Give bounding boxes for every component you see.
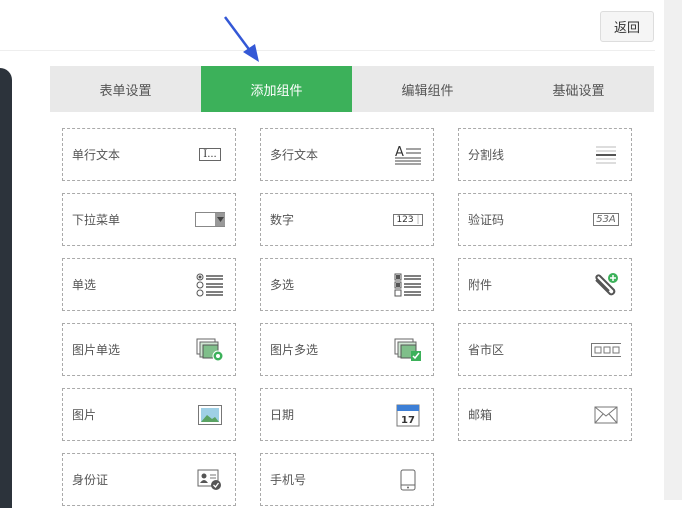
component-dropdown[interactable]: 下拉菜单 (62, 193, 236, 246)
component-date[interactable]: 日期 17 (260, 388, 434, 441)
component-label: 多选 (270, 278, 295, 292)
calendar-icon: 17 (393, 403, 423, 427)
component-checkbox[interactable]: 多选 (260, 258, 434, 311)
email-icon (591, 403, 621, 427)
component-label: 附件 (468, 278, 493, 292)
component-label: 多行文本 (270, 148, 319, 162)
textarea-icon: A (393, 143, 423, 167)
component-label: 身份证 (72, 473, 109, 487)
component-label: 图片单选 (72, 343, 121, 357)
component-label: 省市区 (468, 343, 505, 357)
image-icon (195, 403, 225, 427)
component-label: 验证码 (468, 213, 505, 227)
component-divider[interactable]: 分割线 (458, 128, 632, 181)
component-label: 数字 (270, 213, 295, 227)
component-attachment[interactable]: 附件 (458, 258, 632, 311)
annotation-arrow-icon (223, 16, 259, 62)
component-label: 分割线 (468, 148, 505, 162)
attachment-icon (591, 272, 621, 297)
component-label: 邮箱 (468, 408, 493, 422)
component-multi-line-text[interactable]: 多行文本 A (260, 128, 434, 181)
checkbox-list-icon (393, 273, 423, 297)
component-region[interactable]: 省市区 (458, 323, 632, 376)
component-label: 图片 (72, 408, 97, 422)
component-single-line-text[interactable]: 单行文本 I... (62, 128, 236, 181)
component-label: 图片多选 (270, 343, 319, 357)
mobile-phone-icon (393, 468, 423, 492)
back-button[interactable]: 返回 (600, 11, 654, 42)
component-radio[interactable]: 单选 (62, 258, 236, 311)
component-image-radio[interactable]: 图片单选 (62, 323, 236, 376)
component-label: 单选 (72, 278, 97, 292)
component-label: 下拉菜单 (72, 213, 121, 227)
svg-text:17: 17 (401, 415, 415, 426)
header-divider (0, 50, 655, 51)
component-email[interactable]: 邮箱 (458, 388, 632, 441)
divider-icon (591, 143, 621, 167)
component-id-card[interactable]: 身份证 (62, 453, 236, 506)
image-checkbox-icon (393, 338, 423, 362)
component-image[interactable]: 图片 (62, 388, 236, 441)
text-input-icon: I... (195, 143, 225, 167)
tab-edit-component[interactable]: 编辑组件 (352, 66, 503, 112)
tab-basic-settings[interactable]: 基础设置 (503, 66, 654, 112)
component-grid: 单行文本 I... 多行文本 A 分割线 下拉菜单 数字 123 | 验证码 5… (62, 128, 632, 506)
region-icon (591, 338, 621, 362)
id-card-icon (195, 468, 225, 492)
component-mobile[interactable]: 手机号 (260, 453, 434, 506)
tab-add-component[interactable]: 添加组件 (201, 66, 352, 112)
component-label: 手机号 (270, 473, 307, 487)
component-label: 日期 (270, 408, 295, 422)
dropdown-icon (195, 208, 225, 232)
tab-form-settings[interactable]: 表单设置 (50, 66, 201, 112)
component-number[interactable]: 数字 123 | (260, 193, 434, 246)
number-icon: 123 | (393, 208, 423, 232)
component-captcha[interactable]: 验证码 53A (458, 193, 632, 246)
phone-preview-panel (0, 68, 12, 508)
component-label: 单行文本 (72, 148, 121, 162)
image-radio-icon (195, 338, 225, 362)
tab-bar: 表单设置 添加组件 编辑组件 基础设置 (50, 66, 654, 112)
component-image-checkbox[interactable]: 图片多选 (260, 323, 434, 376)
scrollbar[interactable] (664, 0, 682, 500)
radio-list-icon (195, 273, 225, 297)
captcha-icon: 53A (591, 208, 621, 232)
